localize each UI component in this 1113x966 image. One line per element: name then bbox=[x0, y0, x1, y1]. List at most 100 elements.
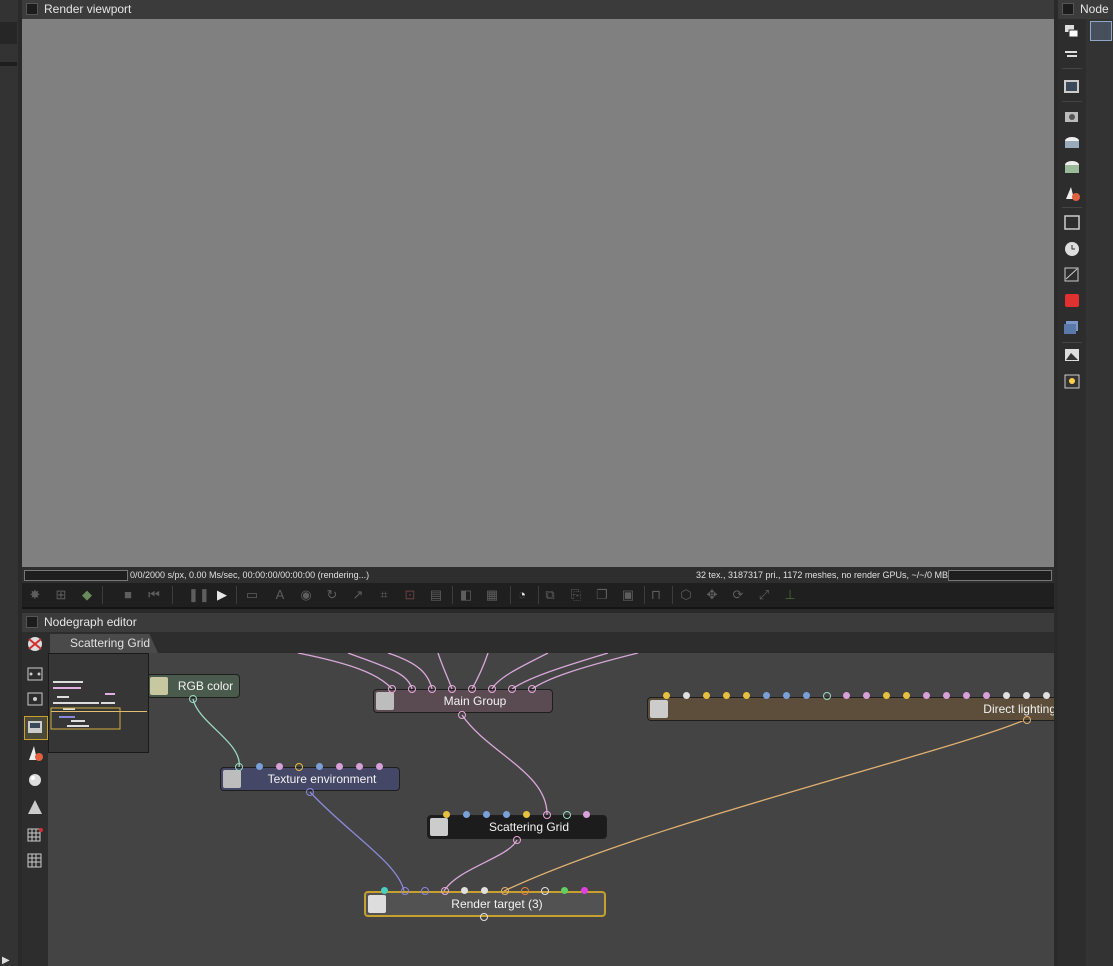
hierarchy-icon[interactable] bbox=[1065, 25, 1079, 38]
display-icon[interactable]: ▭ bbox=[244, 587, 260, 603]
input-pin[interactable] bbox=[483, 811, 490, 818]
input-pin[interactable] bbox=[463, 811, 470, 818]
input-pin[interactable] bbox=[503, 811, 510, 818]
nodegraph-minimap[interactable] bbox=[48, 653, 149, 753]
record-icon[interactable]: ⊡ bbox=[402, 587, 418, 603]
input-pin[interactable] bbox=[543, 811, 551, 819]
input-pin[interactable] bbox=[783, 692, 790, 699]
pick-icon[interactable]: ↗ bbox=[350, 587, 366, 603]
list-icon[interactable] bbox=[1065, 51, 1077, 57]
input-pin[interactable] bbox=[448, 685, 456, 693]
input-pin[interactable] bbox=[401, 887, 409, 895]
output-pin[interactable] bbox=[480, 913, 488, 921]
crop-icon[interactable]: ⌗ bbox=[376, 587, 392, 603]
input-pin[interactable] bbox=[336, 763, 343, 770]
region-icon[interactable]: ⊞ bbox=[53, 587, 69, 603]
input-pin[interactable] bbox=[488, 685, 496, 693]
camera-icon[interactable] bbox=[1065, 112, 1078, 122]
environment-icon[interactable] bbox=[1065, 137, 1079, 148]
focus-icon[interactable]: ◉ bbox=[298, 587, 314, 603]
sphere-node-icon[interactable] bbox=[29, 774, 41, 786]
restart-icon[interactable]: ⏮ bbox=[146, 587, 162, 603]
texture-node-icon[interactable] bbox=[28, 800, 42, 814]
material-icon[interactable] bbox=[1066, 187, 1080, 201]
input-pin[interactable] bbox=[521, 887, 529, 895]
cube-icon[interactable]: ⬡ bbox=[678, 587, 694, 603]
input-pin[interactable] bbox=[583, 811, 590, 818]
input-pin[interactable] bbox=[523, 811, 530, 818]
refresh-icon[interactable]: ↻ bbox=[324, 587, 340, 603]
aperture-icon[interactable]: A bbox=[272, 587, 288, 603]
image-icon[interactable] bbox=[1064, 80, 1079, 93]
input-pin[interactable] bbox=[408, 685, 416, 693]
render-node-icon[interactable] bbox=[28, 637, 42, 651]
dock-tab[interactable] bbox=[0, 22, 17, 44]
layer-icon[interactable]: ▤ bbox=[428, 587, 444, 603]
node-direct-lighting[interactable]: Direct lighting bbox=[647, 697, 1054, 721]
input-pin[interactable] bbox=[863, 692, 870, 699]
input-pin[interactable] bbox=[428, 685, 436, 693]
input-pin[interactable] bbox=[443, 811, 450, 818]
input-pin[interactable] bbox=[943, 692, 950, 699]
lock-icon[interactable]: ⊓ bbox=[648, 587, 664, 603]
gauge-icon[interactable]: ◔ bbox=[514, 587, 530, 603]
color-picker-icon[interactable]: ◆ bbox=[79, 587, 95, 603]
input-pin[interactable] bbox=[501, 887, 509, 895]
rotate-icon[interactable]: ⟳ bbox=[730, 587, 746, 603]
input-pin[interactable] bbox=[1043, 692, 1050, 699]
output-pin[interactable] bbox=[189, 695, 197, 703]
input-pin[interactable] bbox=[256, 763, 263, 770]
node-main-group[interactable]: Main Group bbox=[373, 689, 553, 713]
object-icon[interactable] bbox=[1065, 294, 1079, 307]
stack-icon[interactable]: ❐ bbox=[594, 587, 610, 603]
input-pin[interactable] bbox=[1023, 692, 1030, 699]
stop-icon[interactable]: ■ bbox=[120, 587, 136, 603]
input-pin[interactable] bbox=[663, 692, 670, 699]
input-pin[interactable] bbox=[276, 763, 283, 770]
inspector-image-tab[interactable] bbox=[1090, 21, 1112, 41]
save-image-icon[interactable]: ⎘ bbox=[568, 587, 584, 603]
geometry-icon[interactable] bbox=[1064, 321, 1078, 334]
camera-view-icon[interactable]: ◧ bbox=[458, 587, 474, 603]
input-pin[interactable] bbox=[823, 692, 831, 700]
layout-nodes-icon[interactable] bbox=[27, 692, 43, 706]
axis-icon[interactable]: ⊥ bbox=[782, 587, 798, 603]
input-pin[interactable] bbox=[581, 887, 588, 894]
input-pin[interactable] bbox=[1003, 692, 1010, 699]
input-pin[interactable] bbox=[703, 692, 710, 699]
output-pin[interactable] bbox=[513, 836, 521, 844]
input-pin[interactable] bbox=[883, 692, 890, 699]
play-icon[interactable]: ▶ bbox=[214, 587, 230, 603]
pause-icon[interactable]: ❚❚ bbox=[188, 587, 210, 603]
image-node-icon[interactable] bbox=[28, 721, 42, 733]
nodegraph-canvas[interactable]: RGB color Main Group Direct lighting Tex… bbox=[48, 653, 1054, 966]
panel-checkbox-icon[interactable] bbox=[1062, 3, 1074, 15]
move-icon[interactable]: ✥ bbox=[704, 587, 720, 603]
environment-stack-icon[interactable] bbox=[1065, 161, 1079, 173]
input-pin[interactable] bbox=[983, 692, 990, 699]
expand-arrow-icon[interactable]: ▶ bbox=[2, 955, 10, 966]
input-pin[interactable] bbox=[843, 692, 850, 699]
input-pin[interactable] bbox=[461, 887, 468, 894]
input-pin[interactable] bbox=[356, 763, 363, 770]
input-pin[interactable] bbox=[563, 811, 571, 819]
input-pin[interactable] bbox=[376, 763, 383, 770]
material-node-icon[interactable] bbox=[29, 746, 43, 761]
input-pin[interactable] bbox=[295, 763, 303, 771]
input-pin[interactable] bbox=[803, 692, 810, 699]
input-pin[interactable] bbox=[508, 685, 516, 693]
clock-icon[interactable] bbox=[1065, 242, 1079, 256]
input-pin[interactable] bbox=[723, 692, 730, 699]
postprocess-icon[interactable] bbox=[1065, 349, 1079, 361]
input-pin[interactable] bbox=[903, 692, 910, 699]
input-pin[interactable] bbox=[421, 887, 429, 895]
input-pin[interactable] bbox=[528, 685, 536, 693]
kernel-icon[interactable] bbox=[1064, 215, 1080, 230]
film-icon[interactable]: ▦ bbox=[484, 587, 500, 603]
input-pin[interactable] bbox=[381, 887, 388, 894]
texture-icon[interactable] bbox=[1064, 267, 1079, 282]
input-pin[interactable] bbox=[923, 692, 930, 699]
render-settings-icon[interactable]: ✸ bbox=[27, 587, 43, 603]
input-pin[interactable] bbox=[441, 887, 449, 895]
input-pin[interactable] bbox=[388, 685, 396, 693]
